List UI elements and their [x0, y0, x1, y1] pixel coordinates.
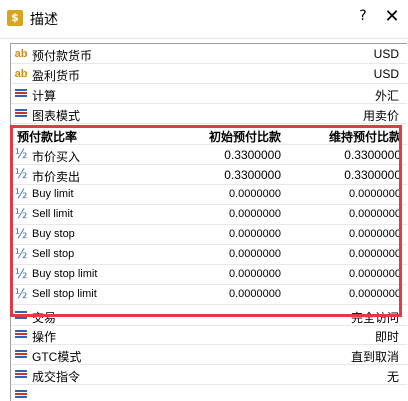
maintenance-value: 0.0000000: [349, 208, 401, 220]
list-icon: [14, 310, 28, 322]
maintenance-value: 0.0000000: [349, 228, 401, 240]
property-label: 交易: [32, 311, 57, 325]
initial-value: 0.0000000: [229, 208, 281, 220]
help-button[interactable]: ?: [356, 8, 370, 28]
initial-value: 0.3300000: [224, 168, 281, 182]
maintenance-value: 0.3300000: [344, 168, 401, 182]
list-icon: [14, 349, 28, 361]
property-value: USD: [373, 67, 399, 81]
maintenance-value: 0.0000000: [349, 288, 401, 300]
half-fraction-icon: ½: [14, 287, 28, 302]
property-value: 外汇: [374, 89, 399, 103]
property-value: 无: [386, 370, 399, 384]
row-label: Sell stop limit: [32, 288, 97, 300]
row-label: 市价买入: [32, 150, 81, 164]
row-label: Buy stop: [32, 228, 75, 240]
maintenance-value: 0.0000000: [349, 268, 401, 280]
property-row-filling[interactable]: 成交指令 无: [11, 365, 407, 385]
ab-icon: ab: [14, 68, 28, 80]
initial-value: 0.3300000: [224, 148, 281, 162]
row-label: Buy limit: [32, 188, 74, 200]
row-label: Sell limit: [32, 208, 73, 220]
maintenance-value: 0.0000000: [349, 248, 401, 260]
table-row[interactable]: ½ Buy stop limit 0.0000000 0.0000000: [11, 265, 407, 285]
dollar-icon: $: [7, 10, 23, 26]
header-initial-margin: 初始预付比款: [208, 130, 281, 144]
header-maintenance-margin: 维持预付比款: [328, 130, 401, 144]
property-label: 盈利货币: [32, 69, 81, 83]
table-row[interactable]: ½ Sell limit 0.0000000 0.0000000: [11, 205, 407, 225]
initial-value: 0.0000000: [229, 248, 281, 260]
table-row[interactable]: ½ Sell stop 0.0000000 0.0000000: [11, 245, 407, 265]
property-value: 完全访问: [350, 311, 399, 325]
title-bar: $ 描述 ? ✕: [0, 0, 408, 39]
initial-value: 0.0000000: [229, 188, 281, 200]
property-value: 用卖价: [362, 109, 399, 123]
half-fraction-icon: ½: [14, 187, 28, 202]
close-button[interactable]: ✕: [382, 6, 402, 28]
property-row-trade[interactable]: 交易 完全访问: [11, 306, 407, 326]
half-fraction-icon: ½: [14, 227, 28, 242]
ab-icon: ab: [14, 48, 28, 60]
list-icon: [14, 108, 28, 120]
table-row[interactable]: ½ 市价买入 0.3300000 0.3300000: [11, 145, 407, 165]
property-label: 预付款货币: [32, 49, 93, 63]
table-row[interactable]: ½ 市价卖出 0.3300000 0.3300000: [11, 165, 407, 185]
property-label: 操作: [32, 330, 57, 344]
row-label: 市价卖出: [32, 170, 81, 184]
row-label: Sell stop: [32, 248, 75, 260]
property-label: 计算: [32, 89, 57, 103]
header-margin-ratio: 预付款比率: [17, 130, 78, 144]
property-row-gtc-mode[interactable]: GTC模式 直到取消: [11, 345, 407, 365]
property-value: 即时: [374, 330, 399, 344]
table-row[interactable]: ½ Buy limit 0.0000000 0.0000000: [11, 185, 407, 205]
property-label: 成交指令: [32, 370, 81, 384]
row-label: Buy stop limit: [32, 268, 98, 280]
maintenance-value: 0.3300000: [344, 148, 401, 162]
property-row-calculation[interactable]: 计算 外汇: [11, 84, 407, 104]
table-row[interactable]: ½ Buy stop 0.0000000 0.0000000: [11, 225, 407, 245]
initial-value: 0.0000000: [229, 288, 281, 300]
property-row-cut-off: [11, 385, 407, 401]
property-row-profit-currency[interactable]: ab 盈利货币 USD: [11, 64, 407, 84]
property-value: USD: [373, 47, 399, 61]
list-icon: [14, 88, 28, 100]
property-label: GTC模式: [32, 350, 82, 364]
window-title: 描述: [30, 12, 58, 28]
initial-value: 0.0000000: [229, 228, 281, 240]
list-icon: [14, 329, 28, 341]
half-fraction-icon: ½: [14, 207, 28, 222]
half-fraction-icon: ½: [14, 147, 28, 162]
maintenance-value: 0.0000000: [349, 188, 401, 200]
property-row-chart-mode[interactable]: 图表模式 用卖价: [11, 104, 407, 124]
table-row[interactable]: ½ Sell stop limit 0.0000000 0.0000000: [11, 285, 407, 305]
list-icon: [14, 369, 28, 381]
property-value: 直到取消: [350, 350, 399, 364]
property-row-margin-currency[interactable]: ab 预付款货币 USD: [11, 44, 407, 64]
initial-value: 0.0000000: [229, 268, 281, 280]
half-fraction-icon: ½: [14, 167, 28, 182]
half-fraction-icon: ½: [14, 267, 28, 282]
property-grid: ab 预付款货币 USD ab 盈利货币 USD 计算 外汇 图表模式 用卖价 …: [10, 43, 407, 401]
half-fraction-icon: ½: [14, 247, 28, 262]
property-row-execution[interactable]: 操作 即时: [11, 325, 407, 345]
list-icon: [14, 389, 28, 401]
margin-table-header: 预付款比率 初始预付比款 维持预付比款: [11, 125, 407, 145]
property-label: 图表模式: [32, 109, 81, 123]
